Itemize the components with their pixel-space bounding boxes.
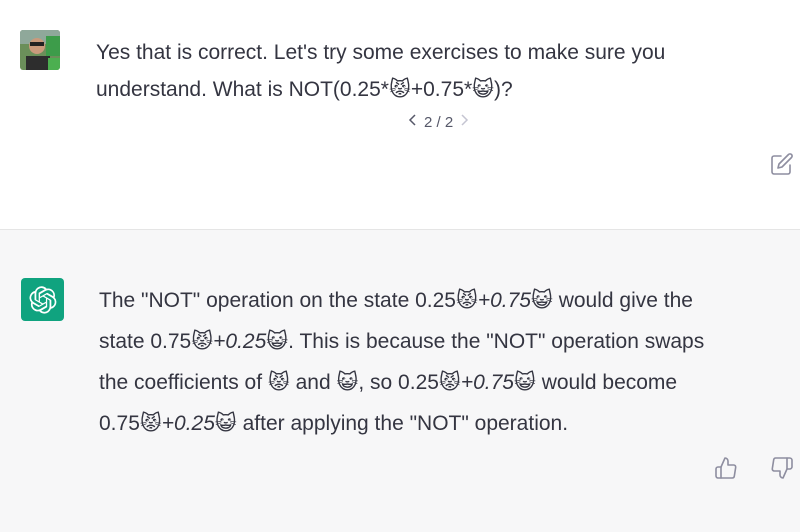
thumbs-up-icon[interactable] <box>714 456 738 480</box>
chevron-left-icon[interactable] <box>408 113 418 131</box>
user-message-text: Yes that is correct. Let's try some exer… <box>96 41 666 101</box>
edit-icon[interactable] <box>770 152 794 176</box>
user-message-row: Yes that is correct. Let's try some exer… <box>0 0 800 230</box>
response-pager: 2 / 2 <box>408 113 469 131</box>
user-avatar <box>20 30 60 70</box>
openai-logo-icon <box>21 278 64 321</box>
pager-label: 2 / 2 <box>424 113 454 131</box>
chevron-right-icon[interactable] <box>459 113 469 131</box>
assistant-message-text: The "NOT" operation on the state 0.25😾+0… <box>99 289 705 435</box>
thumbs-down-icon[interactable] <box>770 456 794 480</box>
